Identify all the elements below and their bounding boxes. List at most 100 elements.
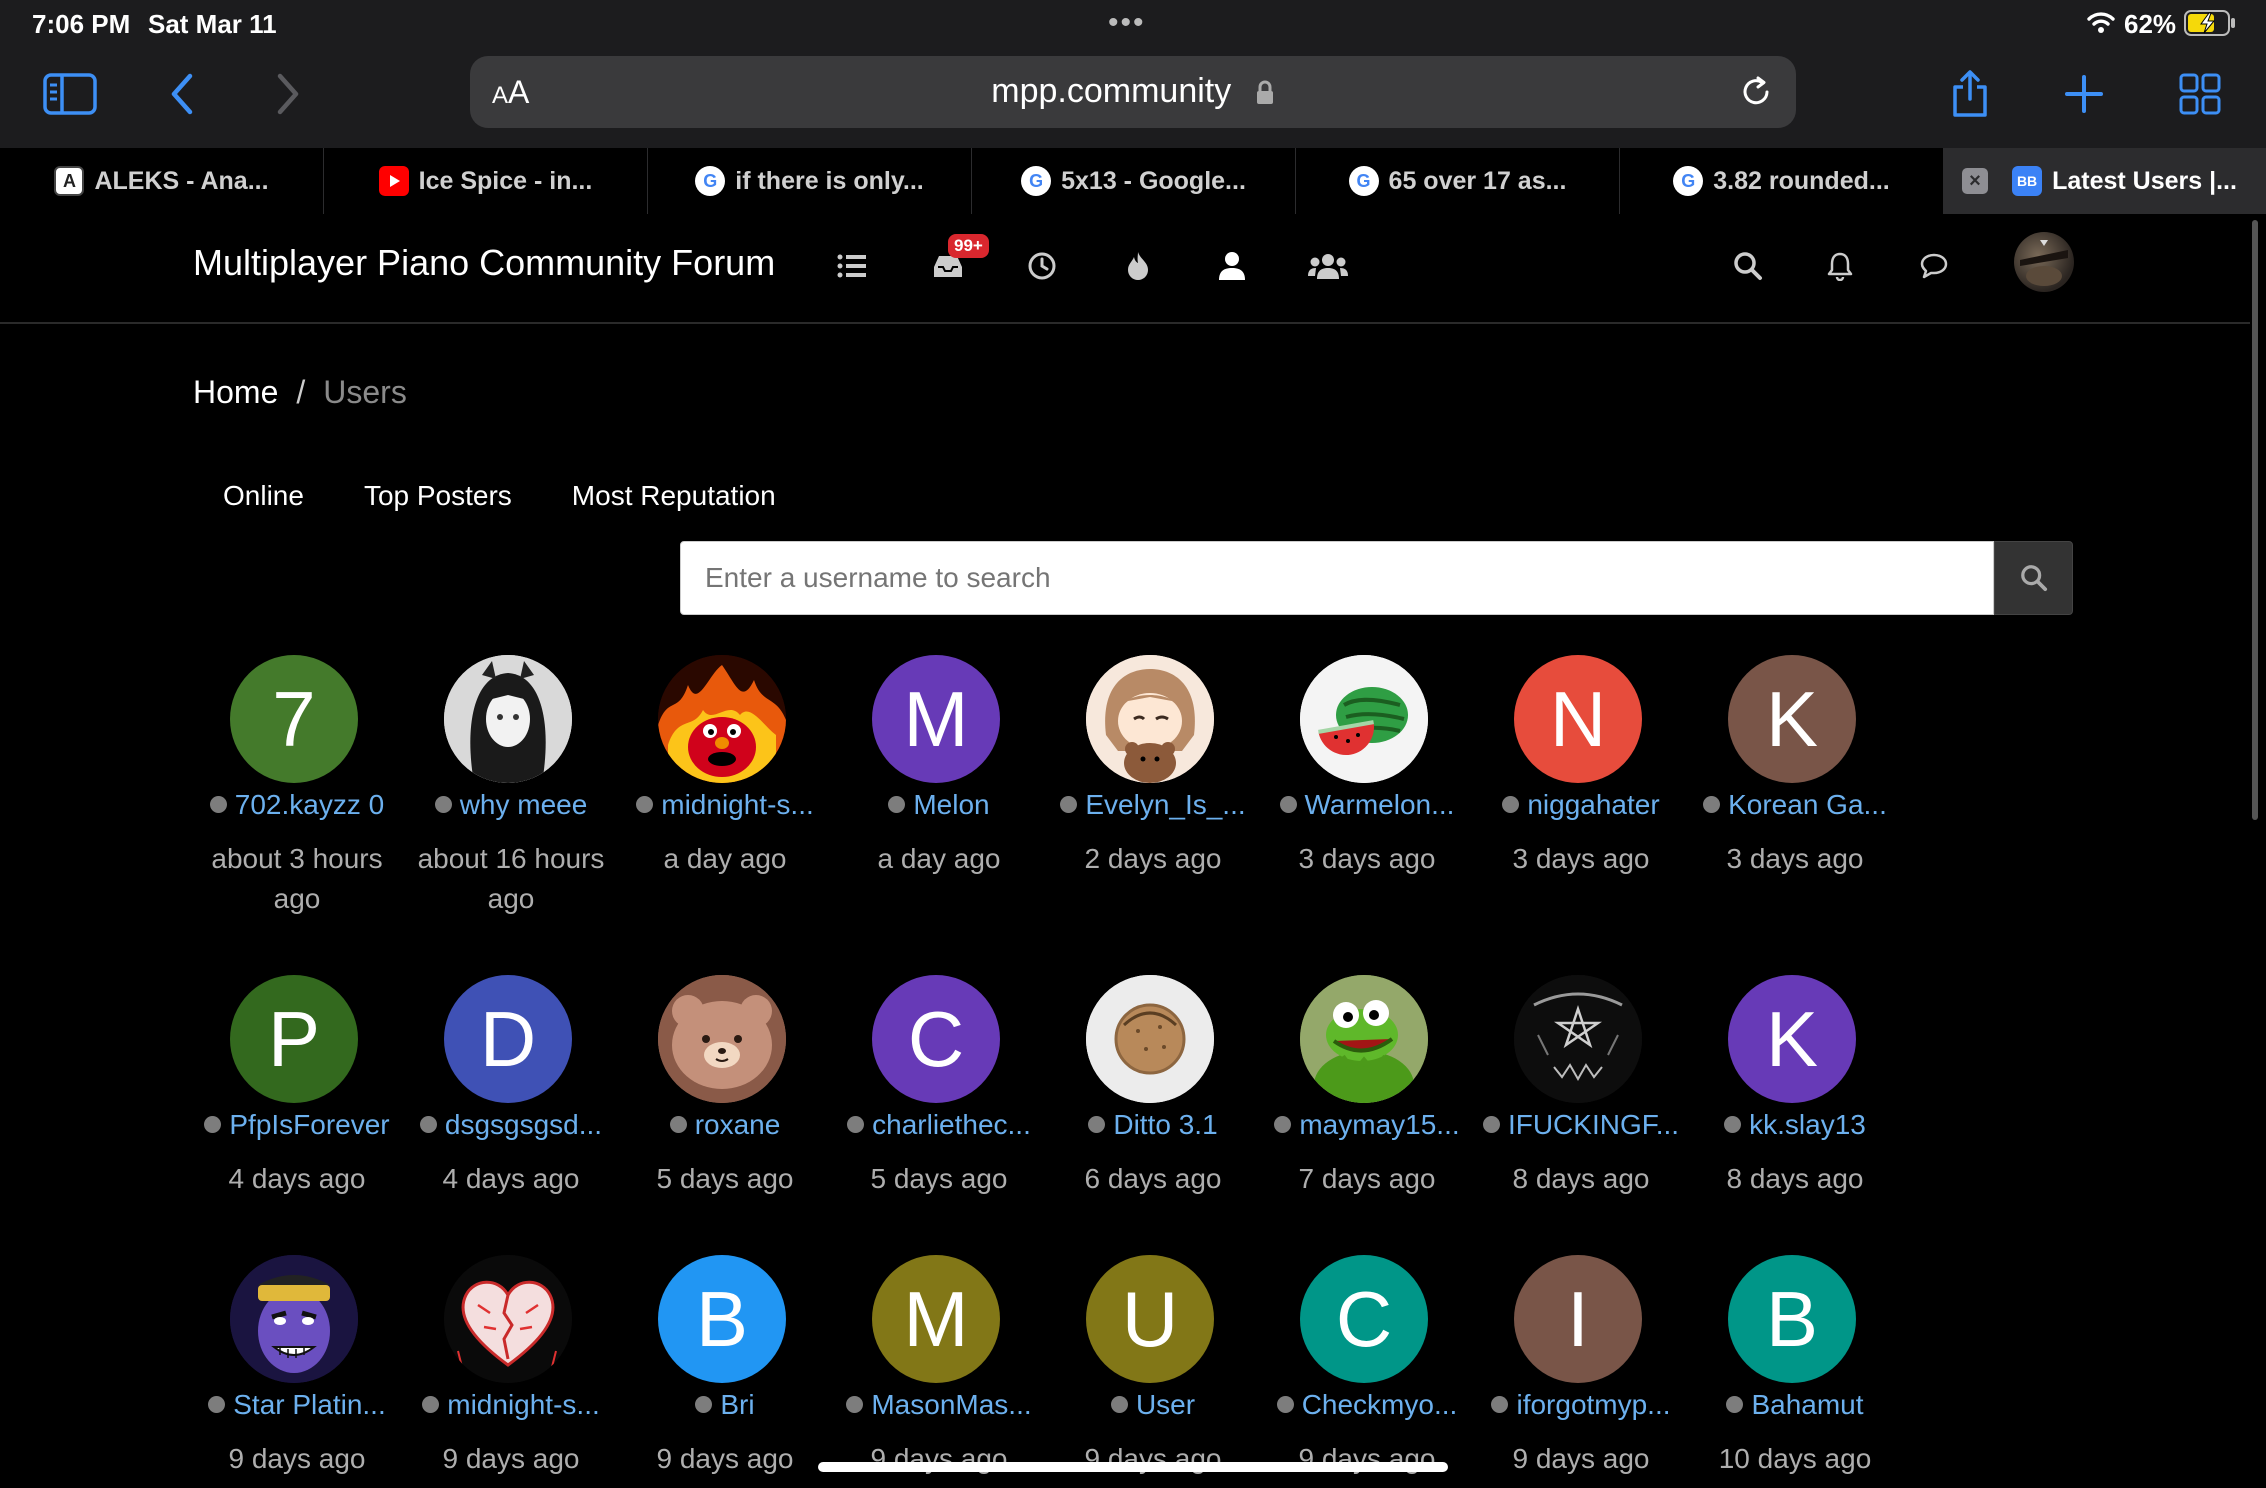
user-search-input[interactable] <box>680 541 1994 615</box>
user-last-seen: 10 days ago <box>1718 1443 1872 1474</box>
url-display[interactable]: mpp.community <box>470 72 1796 111</box>
wifi-icon <box>2087 12 2115 33</box>
filter-most-reputation[interactable]: Most Reputation <box>542 480 806 512</box>
grid-icon <box>2179 73 2221 115</box>
user-name-link[interactable]: dsgsgsgsd... <box>394 1109 628 1141</box>
user-name-link[interactable]: kk.slay13 <box>1678 1109 1912 1141</box>
forward-button[interactable] <box>256 66 320 122</box>
user-avatar-letter[interactable]: C <box>1300 1255 1428 1383</box>
reload-icon[interactable] <box>1738 74 1774 110</box>
user-avatar-letter[interactable]: N <box>1514 655 1642 783</box>
user-avatar-image[interactable] <box>1086 655 1214 783</box>
user-name-link[interactable]: charliethec... <box>822 1109 1056 1141</box>
user-avatar-image[interactable] <box>444 655 572 783</box>
nav-categories[interactable] <box>830 244 874 288</box>
user-avatar-letter[interactable]: P <box>230 975 358 1103</box>
user-last-seen: 4 days ago <box>228 1163 366 1194</box>
browser-tab[interactable]: G if there is only... <box>648 148 972 214</box>
user-name-link[interactable]: why meee <box>394 789 628 821</box>
user-avatar-image[interactable] <box>1300 655 1428 783</box>
breadcrumb-home-link[interactable]: Home <box>193 374 278 410</box>
user-search-button[interactable] <box>1994 541 2073 615</box>
nav-users[interactable] <box>1210 244 1254 288</box>
user-name-link[interactable]: PfpIsForever <box>180 1109 414 1141</box>
browser-tab[interactable]: A ALEKS - Ana... <box>0 148 324 214</box>
grayscale-girl-image <box>444 655 572 783</box>
user-name-link[interactable]: Bri <box>608 1389 842 1421</box>
status-dot-icon <box>846 1396 864 1414</box>
new-tab-button[interactable] <box>2052 66 2116 122</box>
close-tab-icon[interactable]: × <box>1962 168 1988 194</box>
user-last-seen: a day ago <box>877 843 1001 874</box>
user-name-link[interactable]: roxane <box>608 1109 842 1141</box>
forum-brand[interactable]: Multiplayer Piano Community Forum <box>193 242 775 284</box>
browser-tab[interactable]: G 3.82 rounded... <box>1620 148 1944 214</box>
user-last-seen: about 3 hours ago <box>211 843 383 914</box>
user-avatar-image[interactable] <box>444 1255 572 1383</box>
user-avatar-letter[interactable]: M <box>872 1255 1000 1383</box>
user-avatar-letter[interactable]: M <box>872 655 1000 783</box>
multitasking-dots-icon[interactable]: ••• <box>1108 6 1146 40</box>
user-avatar-image[interactable] <box>1300 975 1428 1103</box>
user-avatar-image[interactable] <box>230 1255 358 1383</box>
share-button[interactable] <box>1938 66 2002 122</box>
user-avatar-letter[interactable]: K <box>1728 975 1856 1103</box>
filter-top-posters[interactable]: Top Posters <box>334 480 542 512</box>
address-bar[interactable]: AA mpp.community <box>470 56 1796 128</box>
sidebar-toggle-button[interactable] <box>38 66 102 122</box>
tab-overview-button[interactable] <box>2168 66 2232 122</box>
user-name-link[interactable]: iforgotmyp... <box>1464 1389 1698 1421</box>
page-scrollbar[interactable] <box>2252 220 2258 820</box>
user-icon <box>1219 252 1245 280</box>
search-icon <box>2020 565 2047 592</box>
user-avatar-letter[interactable]: B <box>658 1255 786 1383</box>
user-name-link[interactable]: Melon <box>822 789 1056 821</box>
user-name-link[interactable]: Star Platin... <box>180 1389 414 1421</box>
nav-chats[interactable] <box>1912 244 1956 288</box>
browser-tab[interactable]: G 65 over 17 as... <box>1296 148 1620 214</box>
user-avatar-image[interactable] <box>658 975 786 1103</box>
nav-notifications[interactable] <box>1818 244 1862 288</box>
user-name-link[interactable]: 702.kayzz 0 <box>180 789 414 821</box>
user-name-link[interactable]: midnight-s... <box>394 1389 628 1421</box>
browser-tab-active[interactable]: × BB Latest Users |... <box>1944 148 2266 214</box>
user-name-link[interactable]: Ditto 3.1 <box>1036 1109 1270 1141</box>
user-avatar-letter[interactable]: K <box>1728 655 1856 783</box>
user-name-link[interactable]: maymay15... <box>1250 1109 1484 1141</box>
user-name-link[interactable]: Evelyn_Is_... <box>1036 789 1270 821</box>
user-last-seen: 9 days ago <box>442 1443 580 1474</box>
user-name-link[interactable]: User <box>1036 1389 1270 1421</box>
user-avatar[interactable] <box>2014 232 2074 292</box>
user-avatar-letter[interactable]: U <box>1086 1255 1214 1383</box>
user-avatar-image[interactable] <box>1086 975 1214 1103</box>
nav-recent[interactable] <box>1020 244 1064 288</box>
nav-popular[interactable] <box>1116 244 1160 288</box>
user-name-link[interactable]: midnight-s... <box>608 789 842 821</box>
nav-unread[interactable]: 99+ <box>926 234 989 288</box>
user-avatar-image[interactable] <box>658 655 786 783</box>
user-avatar-letter[interactable]: D <box>444 975 572 1103</box>
user-name-link[interactable]: Korean Ga... <box>1678 789 1912 821</box>
user-avatar-letter[interactable]: I <box>1514 1255 1642 1383</box>
user-name-link[interactable]: MasonMas... <box>822 1389 1056 1421</box>
user-avatar-letter[interactable]: 7 <box>230 655 358 783</box>
user-name-link[interactable]: Checkmyo... <box>1250 1389 1484 1421</box>
tab-title: 5x13 - Google... <box>1061 166 1246 195</box>
user-name-link[interactable]: IFUCKINGF... <box>1464 1109 1698 1141</box>
user-name-link[interactable]: niggahater <box>1464 789 1698 821</box>
status-dot-icon <box>419 1116 437 1134</box>
browser-tab[interactable]: Ice Spice - in... <box>324 148 648 214</box>
back-button[interactable] <box>150 66 214 122</box>
browser-tab[interactable]: G 5x13 - Google... <box>972 148 1296 214</box>
home-indicator[interactable] <box>818 1462 1448 1472</box>
star-platinum-image <box>230 1255 358 1383</box>
filter-online[interactable]: Online <box>193 480 334 512</box>
user-avatar-letter[interactable]: B <box>1728 1255 1856 1383</box>
status-dot-icon <box>1482 1116 1500 1134</box>
user-name-link[interactable]: Bahamut <box>1678 1389 1912 1421</box>
user-avatar-image[interactable] <box>1514 975 1642 1103</box>
nav-groups[interactable] <box>1306 244 1350 288</box>
user-avatar-letter[interactable]: C <box>872 975 1000 1103</box>
nav-search[interactable] <box>1726 244 1770 288</box>
user-name-link[interactable]: Warmelon... <box>1250 789 1484 821</box>
